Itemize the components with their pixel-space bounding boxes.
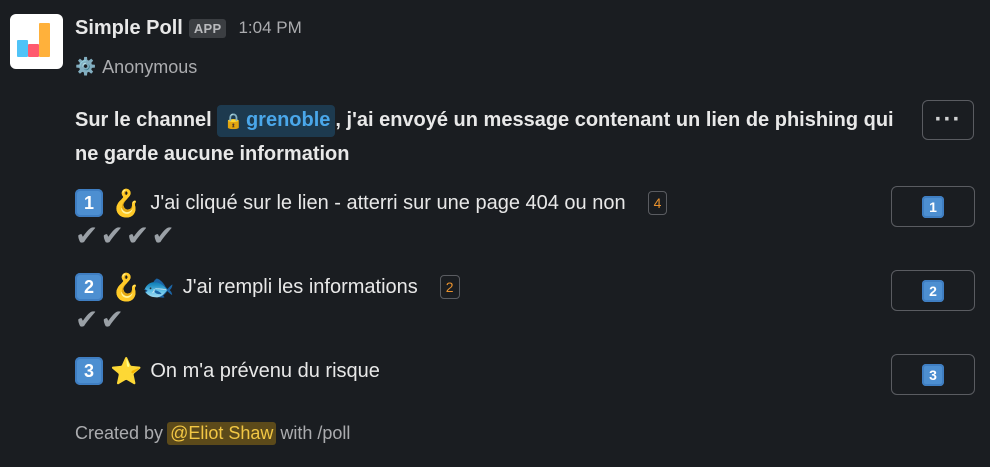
- vote-button-3[interactable]: 3: [891, 354, 975, 395]
- app-name[interactable]: Simple Poll: [75, 17, 183, 40]
- poll-visibility: ⚙️ Anonymous: [75, 54, 197, 80]
- question-prefix: Sur le channel: [75, 109, 218, 131]
- channel-name: grenoble: [245, 109, 331, 131]
- channel-link[interactable]: 🔒 grenoble: [217, 105, 336, 137]
- lock-icon: 🔒: [224, 113, 243, 130]
- app-badge: APP: [188, 18, 227, 38]
- timestamp[interactable]: 1:04 PM: [238, 18, 301, 38]
- hook-fish-icon: 🪝🐟: [110, 272, 175, 302]
- vote-count: 2: [439, 275, 460, 299]
- poll-option: 1 🪝 J'ai cliqué sur le lien - atterri su…: [75, 186, 668, 251]
- option-label: On m'a prévenu du risque: [150, 359, 380, 382]
- avatar-bar: [17, 40, 28, 57]
- gear-icon: ⚙️: [75, 57, 97, 76]
- keycap-one-icon: 1: [922, 195, 944, 218]
- keycap-two-icon: 2: [75, 273, 103, 301]
- poll-option: 2 🪝🐟 J'ai rempli les informations 2 ✔✔: [75, 270, 460, 335]
- vote-button-2[interactable]: 2: [891, 270, 975, 311]
- poll-option: 3 ⭐ On m'a prévenu du risque: [75, 354, 380, 388]
- more-actions-button[interactable]: ···: [922, 100, 974, 140]
- vote-checkmarks: ✔✔✔✔: [75, 219, 177, 251]
- footer-prefix: Created by: [75, 422, 164, 443]
- keycap-three-icon: 3: [75, 357, 103, 385]
- vote-checkmarks: ✔✔: [75, 303, 126, 335]
- vote-count: 4: [647, 191, 668, 215]
- avatar-bar: [28, 44, 39, 57]
- keycap-three-icon: 3: [922, 363, 944, 386]
- footer-suffix: with /poll: [280, 422, 351, 443]
- message-header: Simple Poll APP 1:04 PM: [75, 13, 302, 43]
- star-icon: ⭐: [110, 356, 143, 386]
- option-label: J'ai rempli les informations: [182, 275, 418, 298]
- user-mention[interactable]: @Eliot Shaw: [167, 421, 277, 445]
- poll-footer: Created by @Eliot Shaw with /poll: [75, 419, 350, 447]
- keycap-two-icon: 2: [922, 279, 944, 302]
- avatar-bar: [39, 23, 50, 57]
- option-label: J'ai cliqué sur le lien - atterri sur un…: [150, 191, 626, 214]
- vote-button-1[interactable]: 1: [891, 186, 975, 227]
- app-avatar[interactable]: [10, 14, 63, 69]
- hook-icon: 🪝: [110, 188, 143, 218]
- visibility-label: Anonymous: [102, 56, 198, 77]
- keycap-one-icon: 1: [75, 189, 103, 217]
- more-icon: ···: [934, 106, 962, 133]
- poll-question: Sur le channel 🔒 grenoble, j'ai envoyé un…: [75, 103, 915, 171]
